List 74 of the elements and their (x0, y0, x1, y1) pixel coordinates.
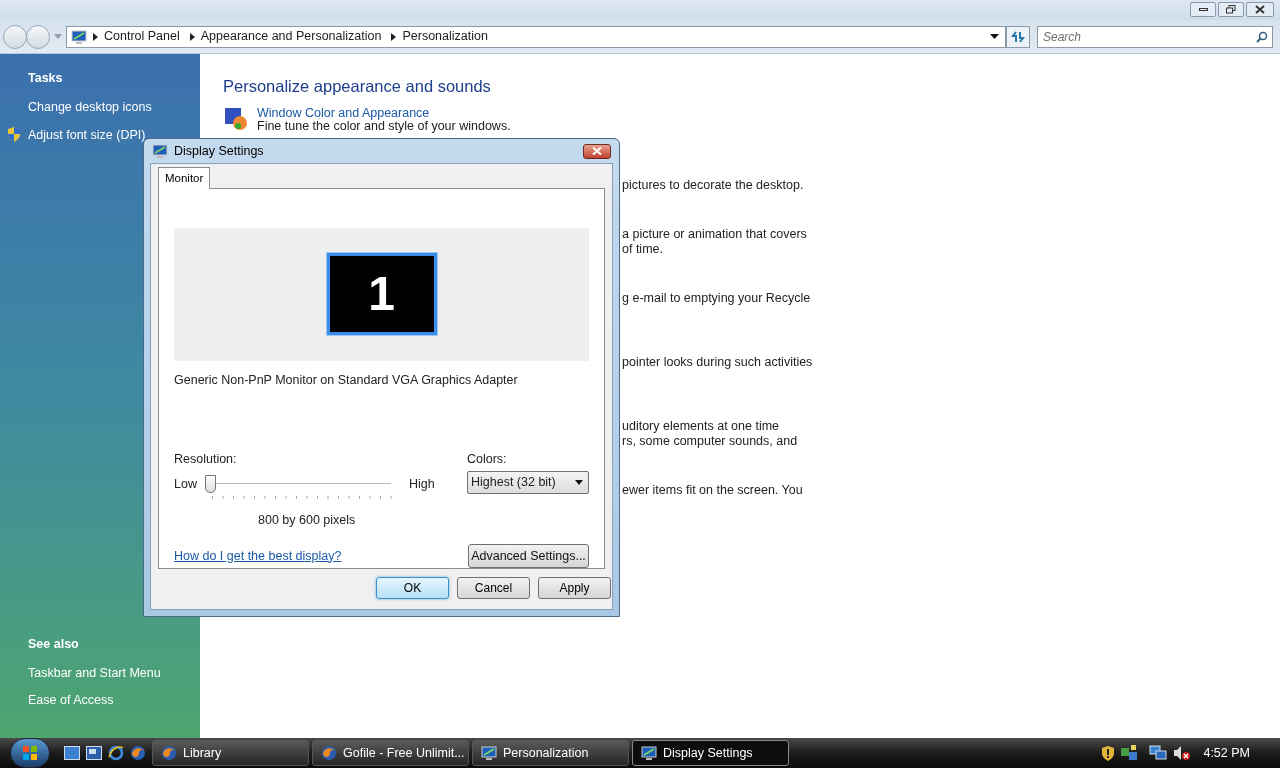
refresh-arrows-icon (1011, 30, 1025, 43)
advanced-settings-button[interactable]: Advanced Settings... (468, 544, 589, 568)
browser-e-icon[interactable] (108, 745, 124, 761)
item-description: pointer looks during such activities (622, 354, 814, 370)
clock[interactable]: 4:52 PM (1203, 743, 1250, 763)
fox-globe-icon (161, 745, 177, 761)
item-description: pictures to decorate the desktop. (622, 177, 805, 193)
dropdown-arrow-icon[interactable] (990, 34, 999, 39)
page-heading: Personalize appearance and sounds (223, 76, 492, 97)
dialog-button[interactable]: OK (376, 577, 449, 599)
desktop-icon[interactable] (64, 746, 80, 760)
low-label: Low (174, 475, 197, 493)
network-monitors-icon[interactable] (1149, 745, 1168, 761)
search-icon[interactable] (1256, 30, 1268, 43)
close-button[interactable] (1246, 2, 1274, 17)
dialog-title: Display Settings (174, 142, 264, 160)
resolution-label: Resolution: (174, 450, 238, 468)
fox-globe-icon (321, 745, 337, 761)
item-description: g e-mail to emptying your Recycle (622, 290, 812, 306)
resolution-value: 800 by 600 pixels (258, 512, 357, 530)
item-description: uditory elements at one time (622, 418, 781, 434)
monitor-icon (481, 745, 497, 761)
breadcrumb[interactable]: Control Panel (104, 27, 180, 46)
display-icon (152, 143, 168, 159)
restore-icon (1226, 5, 1236, 14)
switch-windows-icon[interactable] (86, 746, 102, 760)
monitor-tile[interactable]: 1 (326, 253, 437, 336)
windows-logo-icon (22, 745, 38, 761)
minimize-button[interactable] (1190, 2, 1216, 17)
breadcrumb[interactable]: Personalization (402, 27, 488, 46)
chevron-right-icon[interactable] (189, 32, 195, 41)
sidebar-link[interactable]: Adjust font size (DPI) (28, 125, 146, 145)
start-button[interactable] (10, 738, 50, 768)
monitor-name: Generic Non-PnP Monitor on Standard VGA Graphics Adapter (174, 371, 519, 389)
taskbar-button[interactable]: Library (152, 740, 309, 766)
item-description: rs, some computer sounds, and (622, 433, 799, 449)
help-link[interactable]: How do I get the best display? (174, 546, 342, 566)
slider-thumb[interactable] (204, 475, 216, 494)
item-description: ewer items fit on the screen. You (622, 482, 804, 498)
fox-globe-icon (130, 745, 146, 761)
sidebar-heading: Tasks (28, 70, 64, 87)
dialog-button[interactable]: Apply (538, 577, 611, 599)
display-icon (641, 745, 657, 761)
network-tiles-icon[interactable] (1121, 745, 1138, 761)
chevron-right-icon[interactable] (93, 32, 98, 41)
close-icon (1255, 5, 1265, 14)
chevron-right-icon[interactable] (391, 32, 397, 41)
tab[interactable]: Monitor (158, 167, 211, 189)
taskbar-button[interactable]: Personalization (472, 740, 629, 766)
sidebar-link[interactable]: Change desktop icons (28, 97, 152, 117)
item-description: of time. (622, 241, 664, 257)
taskbar-button[interactable]: Display Settings (632, 740, 789, 766)
close-button[interactable] (583, 143, 611, 159)
sidebar-heading: See also (28, 635, 80, 653)
close-icon (592, 147, 602, 155)
breadcrumb[interactable]: Appearance and Personalization (200, 27, 382, 46)
speaker-muted-icon[interactable] (1173, 745, 1192, 761)
high-label: High (408, 475, 435, 493)
address-field[interactable]: Control Panel Appearance and Personalization Personalization (66, 25, 1006, 48)
restore-button[interactable] (1218, 2, 1244, 17)
search-input[interactable]: Search (1043, 27, 1256, 46)
taskbar-button[interactable]: Gofile - Free Unlimit... (312, 740, 469, 766)
item-description: Fine tune the color and style of your windows. (257, 119, 511, 133)
search-field[interactable]: Search (1037, 25, 1273, 48)
shield-icon (7, 127, 21, 143)
colors-dropdown[interactable]: Highest (32 bit) (467, 471, 589, 495)
colors-label: Colors: (467, 450, 508, 468)
control-panel-icon (71, 28, 87, 45)
item-description: a picture or animation that covers (622, 226, 808, 242)
shield-warning-icon[interactable] (1101, 745, 1116, 761)
item-link[interactable]: Window Color and Appearance (257, 105, 511, 120)
dialog-button[interactable]: Cancel (457, 577, 530, 599)
refresh-button[interactable] (1006, 25, 1030, 48)
dropdown-arrow-icon (575, 480, 583, 486)
